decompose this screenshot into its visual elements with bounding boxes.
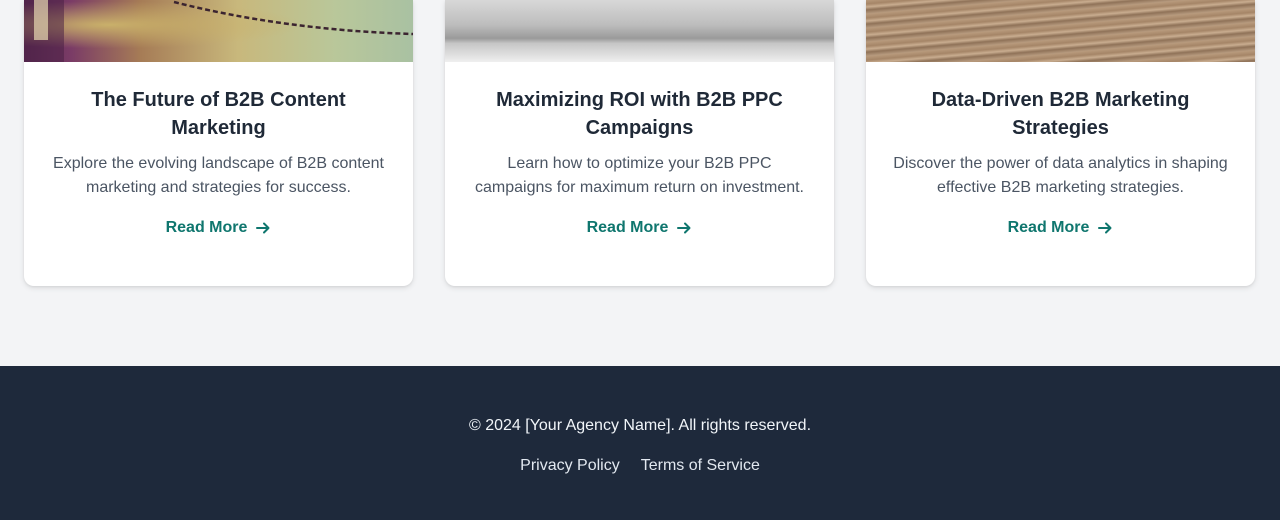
read-more-label: Read More	[165, 219, 248, 236]
blog-card-body: The Future of B2B Content Marketing Expl…	[24, 62, 413, 286]
read-more-link[interactable]: Read More	[587, 216, 693, 240]
blog-card-body: Maximizing ROI with B2B PPC Campaigns Le…	[445, 62, 834, 286]
arrow-right-icon	[1098, 222, 1112, 234]
copyright-text: © 2024 [Your Agency Name]. All rights re…	[468, 417, 812, 434]
blog-card-image[interactable]	[445, 0, 834, 62]
read-more-link[interactable]: Read More	[166, 216, 272, 240]
blog-card-image[interactable]	[866, 0, 1255, 62]
read-more-link[interactable]: Read More	[1008, 216, 1114, 240]
rope-decoration	[24, 0, 413, 62]
blog-card-description: Learn how to optimize your B2B PPC campa…	[474, 155, 804, 196]
blog-cards-section: The Future of B2B Content Marketing Expl…	[0, 0, 1280, 366]
blog-card-image[interactable]	[24, 0, 413, 62]
footer-nav: Privacy Policy Terms of Service	[0, 454, 1280, 478]
terms-of-service-link[interactable]: Terms of Service	[641, 454, 760, 478]
blog-card-description: Explore the evolving landscape of B2B co…	[53, 155, 384, 196]
blog-card-title: Data-Driven B2B Marketing Strategies	[931, 89, 1190, 139]
blog-card: The Future of B2B Content Marketing Expl…	[24, 0, 413, 286]
read-more-label: Read More	[586, 219, 669, 236]
privacy-policy-link[interactable]: Privacy Policy	[520, 454, 620, 478]
blog-card: Maximizing ROI with B2B PPC Campaigns Le…	[445, 0, 834, 286]
blog-card-description: Discover the power of data analytics in …	[893, 155, 1228, 196]
blog-card-title: Maximizing ROI with B2B PPC Campaigns	[496, 89, 783, 139]
arrow-right-icon	[677, 222, 691, 234]
site-footer: © 2024 [Your Agency Name]. All rights re…	[0, 366, 1280, 520]
blog-card-title: The Future of B2B Content Marketing	[91, 89, 346, 139]
blog-card-body: Data-Driven B2B Marketing Strategies Dis…	[866, 62, 1255, 286]
blog-card: Data-Driven B2B Marketing Strategies Dis…	[866, 0, 1255, 286]
read-more-label: Read More	[1007, 219, 1090, 236]
blog-card-list: The Future of B2B Content Marketing Expl…	[24, 0, 1256, 286]
arrow-right-icon	[256, 222, 270, 234]
